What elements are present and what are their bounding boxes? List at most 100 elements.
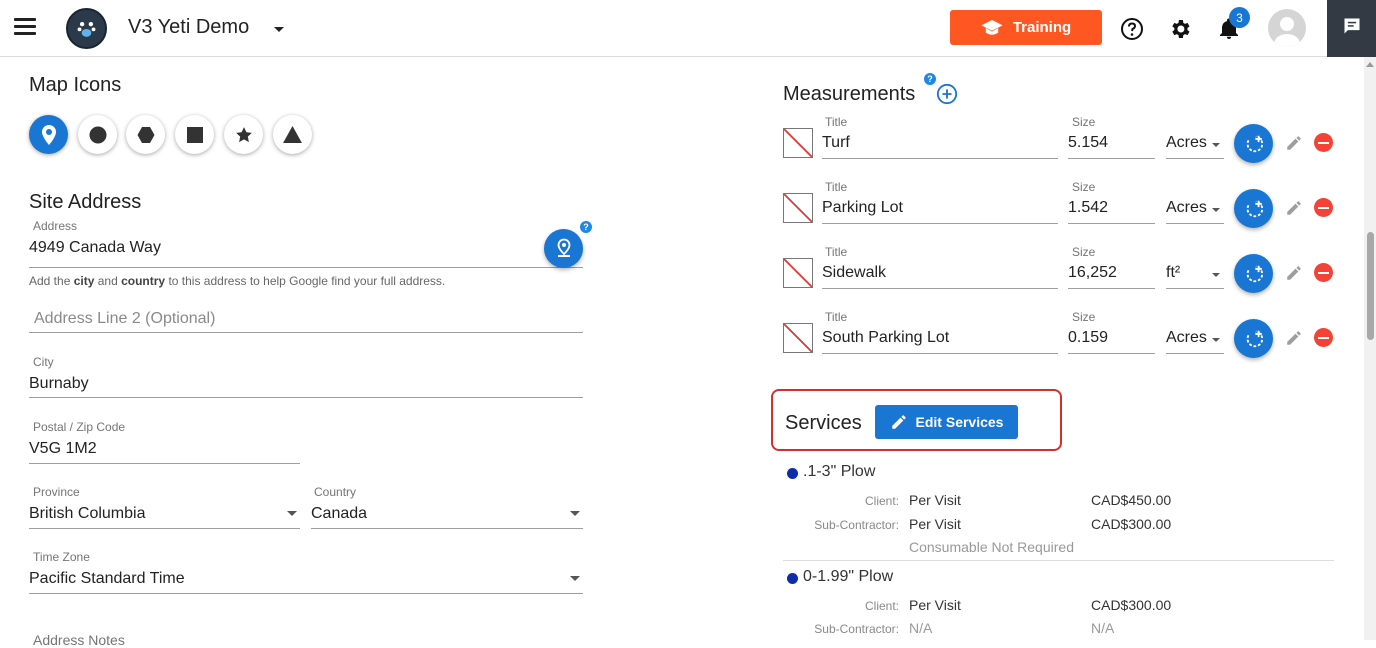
client-rate-type: Per Visit: [909, 597, 961, 613]
measurement-title-underline: [822, 353, 1058, 354]
province-select[interactable]: British Columbia: [29, 505, 145, 523]
measurement-size-underline: [1068, 353, 1155, 354]
training-button[interactable]: Training: [950, 10, 1102, 45]
chat-icon: [1344, 18, 1360, 34]
add-measurement-icon[interactable]: [936, 83, 958, 105]
edit-measurement-pencil-icon[interactable]: [1285, 134, 1303, 152]
measurement-unit-select[interactable]: ft²: [1166, 264, 1180, 282]
measure-on-map-button[interactable]: [1234, 254, 1273, 293]
edit-services-button[interactable]: Edit Services: [875, 405, 1018, 439]
help-icon[interactable]: [1120, 17, 1144, 41]
measurement-unit-select[interactable]: Acres: [1166, 329, 1207, 347]
measurement-unit-select[interactable]: Acres: [1166, 199, 1207, 217]
edit-measurement-pencil-icon[interactable]: [1285, 329, 1303, 347]
city-input[interactable]: Burnaby: [29, 375, 89, 393]
edit-measurement-pencil-icon[interactable]: [1285, 199, 1303, 217]
measurement-color-swatch[interactable]: [783, 128, 813, 158]
measurement-size-underline: [1068, 158, 1155, 159]
sub-contractor-price: N/A: [1091, 620, 1115, 636]
measure-add-icon: [1246, 330, 1263, 347]
client-price: CAD$300.00: [1091, 597, 1172, 613]
measure-on-map-button[interactable]: [1234, 124, 1273, 163]
gear-icon[interactable]: [1168, 17, 1192, 41]
hint-text: Add the: [29, 274, 74, 288]
measurement-title-input[interactable]: South Parking Lot: [822, 329, 949, 347]
chat-panel-toggle[interactable]: [1327, 0, 1376, 57]
postal-code-input[interactable]: V5G 1M2: [29, 440, 97, 458]
delete-measurement-minus-icon[interactable]: [1314, 198, 1333, 217]
address-input[interactable]: 4949 Canada Way: [29, 239, 161, 257]
page-scrollbar[interactable]: [1364, 57, 1376, 640]
measurement-title-input[interactable]: Turf: [822, 134, 850, 152]
measurement-unit-underline: [1166, 158, 1224, 159]
measurement-title-input[interactable]: Parking Lot: [822, 199, 903, 217]
address-hint: Add the city and country to this address…: [29, 274, 445, 288]
account-switcher-title[interactable]: V3 Yeti Demo: [128, 16, 249, 39]
country-select[interactable]: Canada: [311, 505, 367, 523]
measurement-size-label: Size: [1072, 245, 1096, 259]
user-avatar[interactable]: [1268, 9, 1306, 47]
measurement-size-input[interactable]: 16,252: [1068, 264, 1117, 282]
chevron-down-icon[interactable]: [274, 27, 284, 32]
measure-on-map-button[interactable]: [1234, 319, 1273, 358]
delete-measurement-minus-icon[interactable]: [1314, 263, 1333, 282]
measure-on-map-button[interactable]: [1234, 189, 1273, 228]
client-rate-type: Per Visit: [909, 492, 961, 508]
measurement-size-underline: [1068, 223, 1155, 224]
map-icon-star-option[interactable]: [224, 115, 263, 154]
map-icon-pin-option[interactable]: [29, 115, 68, 154]
square-icon: [186, 126, 203, 143]
measurement-color-swatch[interactable]: [783, 323, 813, 353]
hamburger-menu-icon[interactable]: [14, 18, 36, 38]
training-button-label: Training: [1012, 19, 1072, 36]
scrollbar-thumb[interactable]: [1367, 232, 1374, 340]
service-name[interactable]: 0-1.99" Plow: [803, 568, 893, 586]
measurements-title: Measurements: [783, 83, 916, 105]
geocode-address-button[interactable]: [544, 229, 583, 268]
measurement-size-input[interactable]: 5.154: [1068, 134, 1108, 152]
circle-icon: [89, 126, 106, 143]
measurement-title-input[interactable]: Sidewalk: [822, 264, 886, 282]
measurement-unit-underline: [1166, 353, 1224, 354]
measurement-size-label: Size: [1072, 115, 1096, 129]
map-icon-square-option[interactable]: [175, 115, 214, 154]
unit-caret-down-icon[interactable]: [1212, 143, 1220, 147]
country-caret-down-icon[interactable]: [570, 511, 580, 516]
delete-measurement-minus-icon[interactable]: [1314, 133, 1333, 152]
map-icon-hexagon-option[interactable]: [126, 115, 165, 154]
services-title: Services: [785, 412, 862, 434]
scroll-up-arrow-icon[interactable]: [1366, 62, 1374, 67]
triangle-icon: [283, 126, 302, 143]
unit-caret-down-icon[interactable]: [1212, 208, 1220, 212]
measurement-row: Title Sidewalk Size 16,252 ft²: [783, 245, 1343, 305]
app-logo[interactable]: [66, 8, 107, 49]
time-zone-label: Time Zone: [33, 550, 90, 564]
measurement-color-swatch[interactable]: [783, 193, 813, 223]
measurement-size-input[interactable]: 0.159: [1068, 329, 1108, 347]
time-zone-caret-down-icon[interactable]: [570, 576, 580, 581]
postal-code-label: Postal / Zip Code: [33, 420, 126, 434]
address-underline: [29, 267, 583, 268]
map-icon-triangle-option[interactable]: [273, 115, 312, 154]
map-icon-circle-option[interactable]: [78, 115, 117, 154]
measurement-color-swatch[interactable]: [783, 258, 813, 288]
time-zone-select[interactable]: Pacific Standard Time: [29, 570, 185, 588]
province-caret-down-icon[interactable]: [287, 511, 297, 516]
measurement-title-underline: [822, 223, 1058, 224]
measurement-size-input[interactable]: 1.542: [1068, 199, 1108, 217]
address-help-icon[interactable]: ?: [580, 221, 592, 233]
edit-measurement-pencil-icon[interactable]: [1285, 264, 1303, 282]
delete-measurement-minus-icon[interactable]: [1314, 328, 1333, 347]
unit-caret-down-icon[interactable]: [1212, 338, 1220, 342]
measurement-title-underline: [822, 158, 1058, 159]
address-line-2-input[interactable]: Address Line 2 (Optional): [34, 310, 215, 328]
measurement-unit-select[interactable]: Acres: [1166, 134, 1207, 152]
measurements-help-icon[interactable]: ?: [924, 73, 936, 85]
unit-caret-down-icon[interactable]: [1212, 273, 1220, 277]
measure-add-icon: [1246, 135, 1263, 152]
measure-add-icon: [1246, 265, 1263, 282]
measurement-row: Title South Parking Lot Size 0.159 Acres: [783, 310, 1343, 370]
country-underline: [311, 528, 583, 529]
service-name[interactable]: .1-3" Plow: [803, 463, 875, 481]
sub-contractor-label: Sub-Contractor:: [814, 622, 899, 636]
